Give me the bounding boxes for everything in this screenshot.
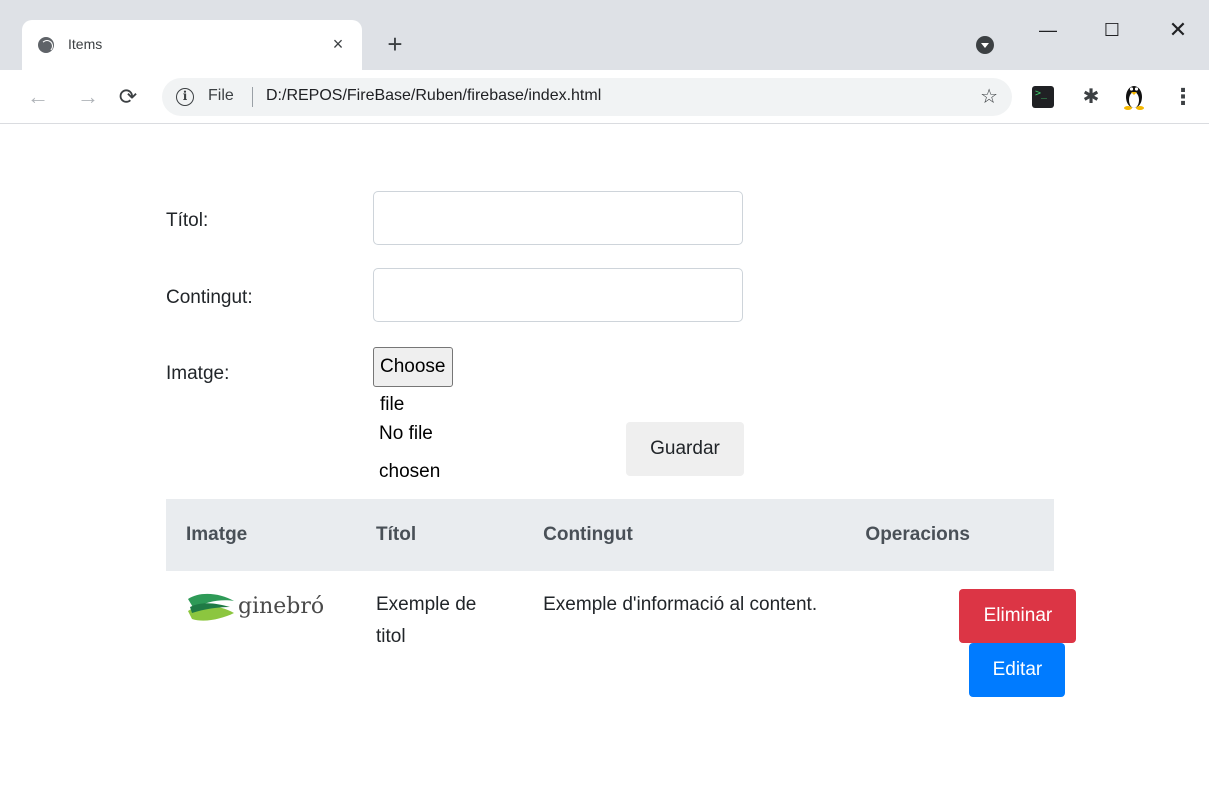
- cell-title: Exemple de titol: [376, 594, 477, 647]
- info-icon[interactable]: i: [176, 88, 194, 106]
- page-content: Títol: Contingut: Imatge: Choose file No …: [0, 125, 1209, 801]
- save-button[interactable]: Guardar: [626, 422, 744, 476]
- ginebro-logo: ginebró: [186, 589, 336, 629]
- header-title: Títol: [356, 499, 524, 571]
- delete-button[interactable]: Eliminar: [959, 589, 1077, 643]
- browser-tab[interactable]: Items ×: [22, 20, 362, 70]
- address-divider: [252, 87, 253, 107]
- back-icon[interactable]: ←: [24, 83, 52, 111]
- file-status: No file chosen: [379, 423, 441, 482]
- content-label: Contingut:: [166, 287, 253, 308]
- reload-icon[interactable]: ⟳: [114, 83, 142, 111]
- profile-menu-icon[interactable]: [976, 36, 994, 54]
- browser-titlebar: Items × + — ☐ ✕: [0, 0, 1209, 70]
- cell-content: Exemple d'informació al content.: [543, 594, 818, 615]
- address-scheme: File: [208, 87, 234, 104]
- forward-icon[interactable]: →: [74, 83, 102, 111]
- window-minimize-icon[interactable]: —: [1028, 10, 1068, 50]
- window-close-icon[interactable]: ✕: [1158, 10, 1198, 50]
- tab-close-icon[interactable]: ×: [326, 32, 350, 56]
- title-label: Títol:: [166, 210, 209, 231]
- operations-group: Eliminar Editar: [865, 589, 1077, 699]
- logo-text: ginebró: [238, 594, 325, 619]
- window-maximize-icon[interactable]: ☐: [1092, 10, 1132, 50]
- cell-image: ginebró: [166, 571, 356, 699]
- title-input[interactable]: [373, 191, 743, 245]
- new-tab-icon[interactable]: +: [380, 30, 410, 60]
- header-content: Contingut: [523, 499, 846, 571]
- browser-menu-icon[interactable]: ⋮: [1172, 84, 1194, 110]
- image-label: Imatge:: [166, 363, 230, 384]
- file-picker: Choose file No file chosen: [373, 347, 453, 491]
- cell-operations: Eliminar Editar: [845, 571, 1077, 699]
- items-table: Imatge Títol Contingut Operacions ginebr…: [166, 499, 1077, 699]
- address-bar[interactable]: i File D:/REPOS/FireBase/Ruben/firebase/…: [162, 78, 1012, 116]
- bookmark-star-icon[interactable]: ☆: [980, 84, 998, 109]
- choose-file-button[interactable]: Choose file: [373, 347, 453, 415]
- tux-extension-icon[interactable]: [1122, 82, 1146, 110]
- header-image: Imatge: [166, 499, 356, 571]
- browser-toolbar: ← → ⟳ i File D:/REPOS/FireBase/Ruben/fir…: [0, 70, 1209, 124]
- terminal-extension-icon[interactable]: [1032, 86, 1054, 108]
- address-url[interactable]: D:/REPOS/FireBase/Ruben/firebase/index.h…: [266, 87, 601, 105]
- header-operations: Operacions: [845, 499, 1054, 571]
- edit-button[interactable]: Editar: [969, 643, 1066, 697]
- table-row: ginebró Exemple de titol Exemple d'infor…: [166, 571, 1077, 699]
- extensions-puzzle-icon[interactable]: ✱: [1080, 86, 1102, 108]
- content-input[interactable]: [373, 268, 743, 322]
- globe-icon: [38, 37, 54, 53]
- table-header-row: Imatge Títol Contingut Operacions: [166, 499, 1054, 571]
- tab-title: Items: [68, 36, 103, 52]
